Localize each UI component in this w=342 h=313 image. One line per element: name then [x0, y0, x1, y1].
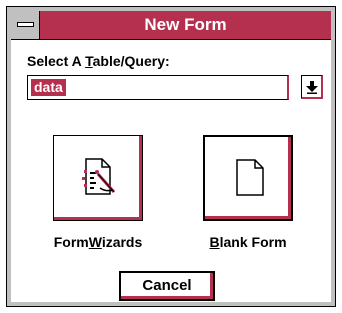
blank-form-label-mnemonic: B: [209, 234, 220, 250]
form-wizards-button[interactable]: [53, 135, 143, 221]
form-wizards-label: FormWizards: [38, 234, 158, 250]
form-wizards-label-suffix: izards: [101, 234, 143, 250]
dialog-title: New Form: [144, 15, 227, 34]
new-form-dialog: New Form Select A Table/Query: data Form…: [6, 6, 336, 307]
table-query-value: data: [31, 79, 66, 96]
magic-wand-document-icon: [82, 158, 116, 195]
label-suffix: able/Query:: [92, 53, 170, 69]
system-menu-icon: [17, 22, 34, 27]
blank-page-icon: [236, 159, 264, 196]
table-query-input[interactable]: data: [27, 75, 289, 100]
title-bar: New Form: [11, 11, 331, 40]
blank-form-button[interactable]: [203, 135, 293, 221]
label-prefix: Select A: [27, 53, 86, 69]
cancel-button[interactable]: Cancel: [119, 271, 215, 301]
table-query-label: Select A Table/Query:: [27, 53, 170, 69]
blank-form-label: Blank Form: [188, 234, 308, 250]
form-wizards-label-mnemonic: W: [88, 234, 102, 250]
dropdown-button[interactable]: [301, 75, 323, 99]
label-mnemonic: T: [85, 53, 93, 69]
system-menu-button[interactable]: [11, 11, 40, 39]
blank-form-label-suffix: lank Form: [219, 234, 287, 250]
dropdown-arrow-icon: [306, 81, 318, 94]
form-wizards-label-prefix: Form: [53, 234, 89, 250]
